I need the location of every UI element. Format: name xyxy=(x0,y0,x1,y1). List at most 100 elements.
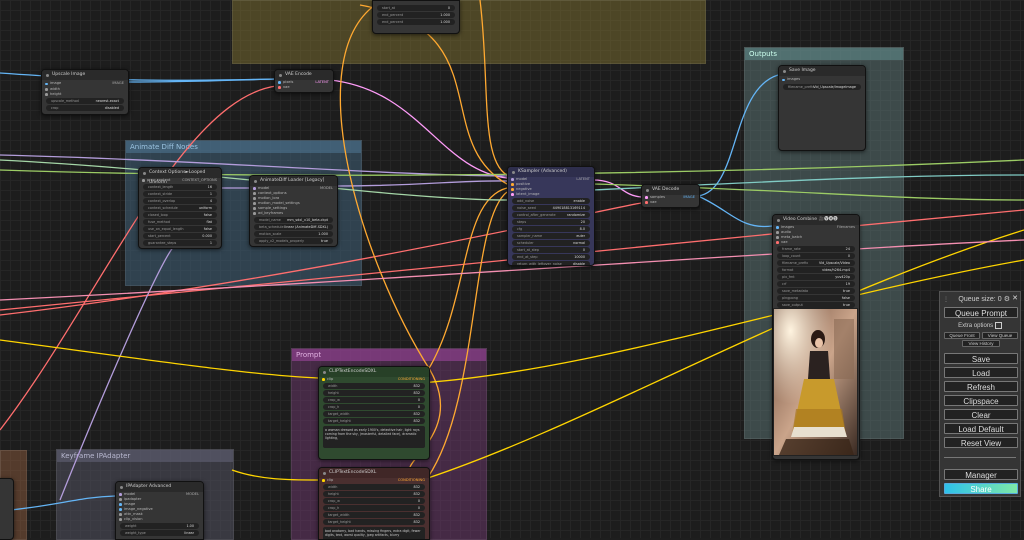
manager-button[interactable]: Manager xyxy=(944,469,1018,480)
widget[interactable]: return_with_leftover_noise disable xyxy=(512,261,590,265)
input-slot[interactable]: images xyxy=(779,76,865,83)
node-top-small[interactable]: start_at 0 end_percent 1.000 end_percent 1.… xyxy=(372,0,460,34)
node-clip-text-encode-negative[interactable]: CLIPTextEncodeSDXL clip CONDITIONING widt… xyxy=(318,467,430,540)
node-title[interactable]: VAE Encode xyxy=(275,70,333,80)
widget[interactable]: height 832 xyxy=(323,491,425,497)
node-ipadapter-advanced[interactable]: IPAdapter Advanced model MODEL ipadapter im… xyxy=(115,481,204,540)
input-slot[interactable]: height xyxy=(42,92,128,97)
node-title[interactable]: VAE Decode xyxy=(642,185,699,195)
widget[interactable]: context_overlap 4 xyxy=(143,198,217,204)
input-slot[interactable]: clip CONDITIONING xyxy=(319,478,429,483)
widget-upscale-method[interactable]: upscale_method nearest-exact xyxy=(46,98,124,104)
node-ksampler-advanced[interactable]: KSampler (Advanced) model LATENT positive n… xyxy=(507,166,595,266)
widget[interactable]: control_after_generate randomize xyxy=(512,212,590,218)
prompt-textarea[interactable]: a woman dressed as early 1900's, detecti… xyxy=(323,426,425,448)
widget[interactable]: target_height 832 xyxy=(323,418,425,424)
widget[interactable]: loop_count 0 xyxy=(777,253,855,259)
widget[interactable]: end_at_step 10000 xyxy=(512,254,590,260)
load-button[interactable]: Load xyxy=(944,367,1018,378)
widget[interactable]: motion_scale 1.000 xyxy=(254,231,333,237)
widget[interactable]: use_on_equal_length false xyxy=(143,226,217,232)
widget[interactable]: context_length 16 xyxy=(143,184,217,190)
node-vae-encode[interactable]: VAE Encode pixels LATENT vae xyxy=(274,69,334,93)
widget[interactable]: target_width 832 xyxy=(323,411,425,417)
widget[interactable]: sampler_name euler xyxy=(512,233,590,239)
widget[interactable]: add_noise enable xyxy=(512,198,590,204)
widget[interactable]: pingpong false xyxy=(777,295,855,301)
widget[interactable]: guarantee_steps 1 xyxy=(143,240,217,246)
widget[interactable]: model_name mm_sdxl_v10_beta.ckpt xyxy=(254,217,333,223)
node-title[interactable]: Context Options►Looped Uniform xyxy=(139,168,221,185)
widget[interactable]: crop_h 0 xyxy=(323,404,425,410)
prompt-textarea[interactable]: bad anatomy, bad hands, missing fingers,… xyxy=(323,527,425,539)
node-vae-decode[interactable]: VAE Decode samples IMAGE vae xyxy=(641,184,700,208)
comfy-menu[interactable]: Queue size: 0 ⚙ ✕ ⋮ Queue Prompt Extra o… xyxy=(939,291,1021,497)
widget[interactable]: apply_v2_models_properly true xyxy=(254,238,333,244)
input-slot[interactable]: vae xyxy=(773,240,859,245)
widget[interactable]: pix_fmt yuv420p xyxy=(777,274,855,280)
share-button[interactable]: Share xyxy=(944,483,1018,494)
widget[interactable]: format video/h264-mp4 xyxy=(777,267,855,273)
widget[interactable]: crop_w 0 xyxy=(323,498,425,504)
widget[interactable]: width 832 xyxy=(323,383,425,389)
input-slot[interactable]: latent_image xyxy=(508,192,594,197)
node-upscale-image[interactable]: Upscale Image image IMAGE width height up… xyxy=(41,69,129,115)
clear-button[interactable]: Clear xyxy=(944,409,1018,420)
widget[interactable]: start_at_step 0 xyxy=(512,247,590,253)
extra-options-checkbox[interactable] xyxy=(994,322,1002,329)
widget[interactable]: crop_h 0 xyxy=(323,505,425,511)
widget[interactable]: crf 19 xyxy=(777,281,855,287)
load-default-button[interactable]: Load Default xyxy=(944,423,1018,434)
view-queue-button[interactable]: View Queue xyxy=(982,332,1018,339)
node-title[interactable]: AnimateDiff Loader [Legacy] xyxy=(250,176,337,186)
node-context-options[interactable]: Context Options►Looped Uniform prev_cont… xyxy=(138,167,222,249)
widget[interactable]: weight 1.00 xyxy=(120,523,199,529)
settings-gear-icon[interactable]: ⚙ xyxy=(1004,295,1010,303)
widget[interactable]: filename_prefix Vid_Upscale/Video xyxy=(777,260,855,266)
widget[interactable]: fuse_method flat xyxy=(143,219,217,225)
widget[interactable]: end_percent 1.000 xyxy=(377,12,455,18)
input-slot[interactable]: prev_context CONTEXT_OPTIONS xyxy=(139,178,221,183)
widget[interactable]: end_percent 1.000 xyxy=(377,19,455,25)
widget[interactable]: target_width 832 xyxy=(323,512,425,518)
widget[interactable]: context_stride 1 xyxy=(143,191,217,197)
widget[interactable]: steps 20 xyxy=(512,219,590,225)
widget[interactable]: crop_w 0 xyxy=(323,397,425,403)
node-clip-text-encode-positive[interactable]: CLIPTextEncodeSDXL clip CONDITIONING widt… xyxy=(318,366,430,460)
input-slot[interactable]: vae xyxy=(275,85,333,90)
widget[interactable]: beta_schedule linear (AnimateDiff-SDXL) xyxy=(254,224,333,230)
input-slot[interactable]: clip CONDITIONING xyxy=(319,377,429,382)
node-title[interactable]: CLIPTextEncodeSDXL xyxy=(319,367,429,377)
node-title[interactable]: Upscale Image xyxy=(42,70,128,80)
queue-front-button[interactable]: Queue Front xyxy=(944,332,980,339)
widget[interactable]: closed_loop false xyxy=(143,212,217,218)
clipspace-button[interactable]: Clipspace xyxy=(944,395,1018,406)
widget[interactable]: start_at 0 xyxy=(377,5,455,11)
node-title[interactable]: Save Image xyxy=(779,66,865,76)
widget-filename-prefix[interactable]: filename_prefix Vid_Upscale/ImageImage xyxy=(783,84,861,90)
widget-crop[interactable]: crop disabled xyxy=(46,105,124,111)
widget[interactable]: cfg 8.0 xyxy=(512,226,590,232)
node-title[interactable]: IPAdapter Advanced xyxy=(116,482,203,492)
drag-handle-icon[interactable]: ⋮ xyxy=(943,296,949,303)
save-button[interactable]: Save xyxy=(944,353,1018,364)
view-history-button[interactable]: View History xyxy=(962,340,1000,347)
widget[interactable]: start_percent 0.000 xyxy=(143,233,217,239)
input-slot[interactable]: vae xyxy=(642,200,699,205)
node-animatediff-loader[interactable]: AnimateDiff Loader [Legacy] model MODEL co… xyxy=(249,175,338,247)
widget[interactable]: height 832 xyxy=(323,390,425,396)
widget[interactable]: noise_seed 449018813169114 xyxy=(512,205,590,211)
node-title[interactable]: CLIPTextEncodeSDXL xyxy=(319,468,429,478)
node-title[interactable]: Video Combine 🎥🅥🅗🅢 xyxy=(773,215,859,225)
widget[interactable]: save_metadata true xyxy=(777,288,855,294)
queue-prompt-button[interactable]: Queue Prompt xyxy=(944,307,1018,318)
node-partial-left[interactable] xyxy=(0,478,14,540)
node-save-image[interactable]: Save Image images filename_prefix Vid_Ups… xyxy=(778,65,866,151)
refresh-button[interactable]: Refresh xyxy=(944,381,1018,392)
widget[interactable]: width 832 xyxy=(323,484,425,490)
widget[interactable]: weight_type linear xyxy=(120,530,199,536)
input-slot[interactable]: ad_keyframes xyxy=(250,211,337,216)
widget[interactable]: context_schedule uniform xyxy=(143,205,217,211)
video-preview-image[interactable] xyxy=(773,308,858,456)
widget[interactable]: frame_rate 24 xyxy=(777,246,855,252)
